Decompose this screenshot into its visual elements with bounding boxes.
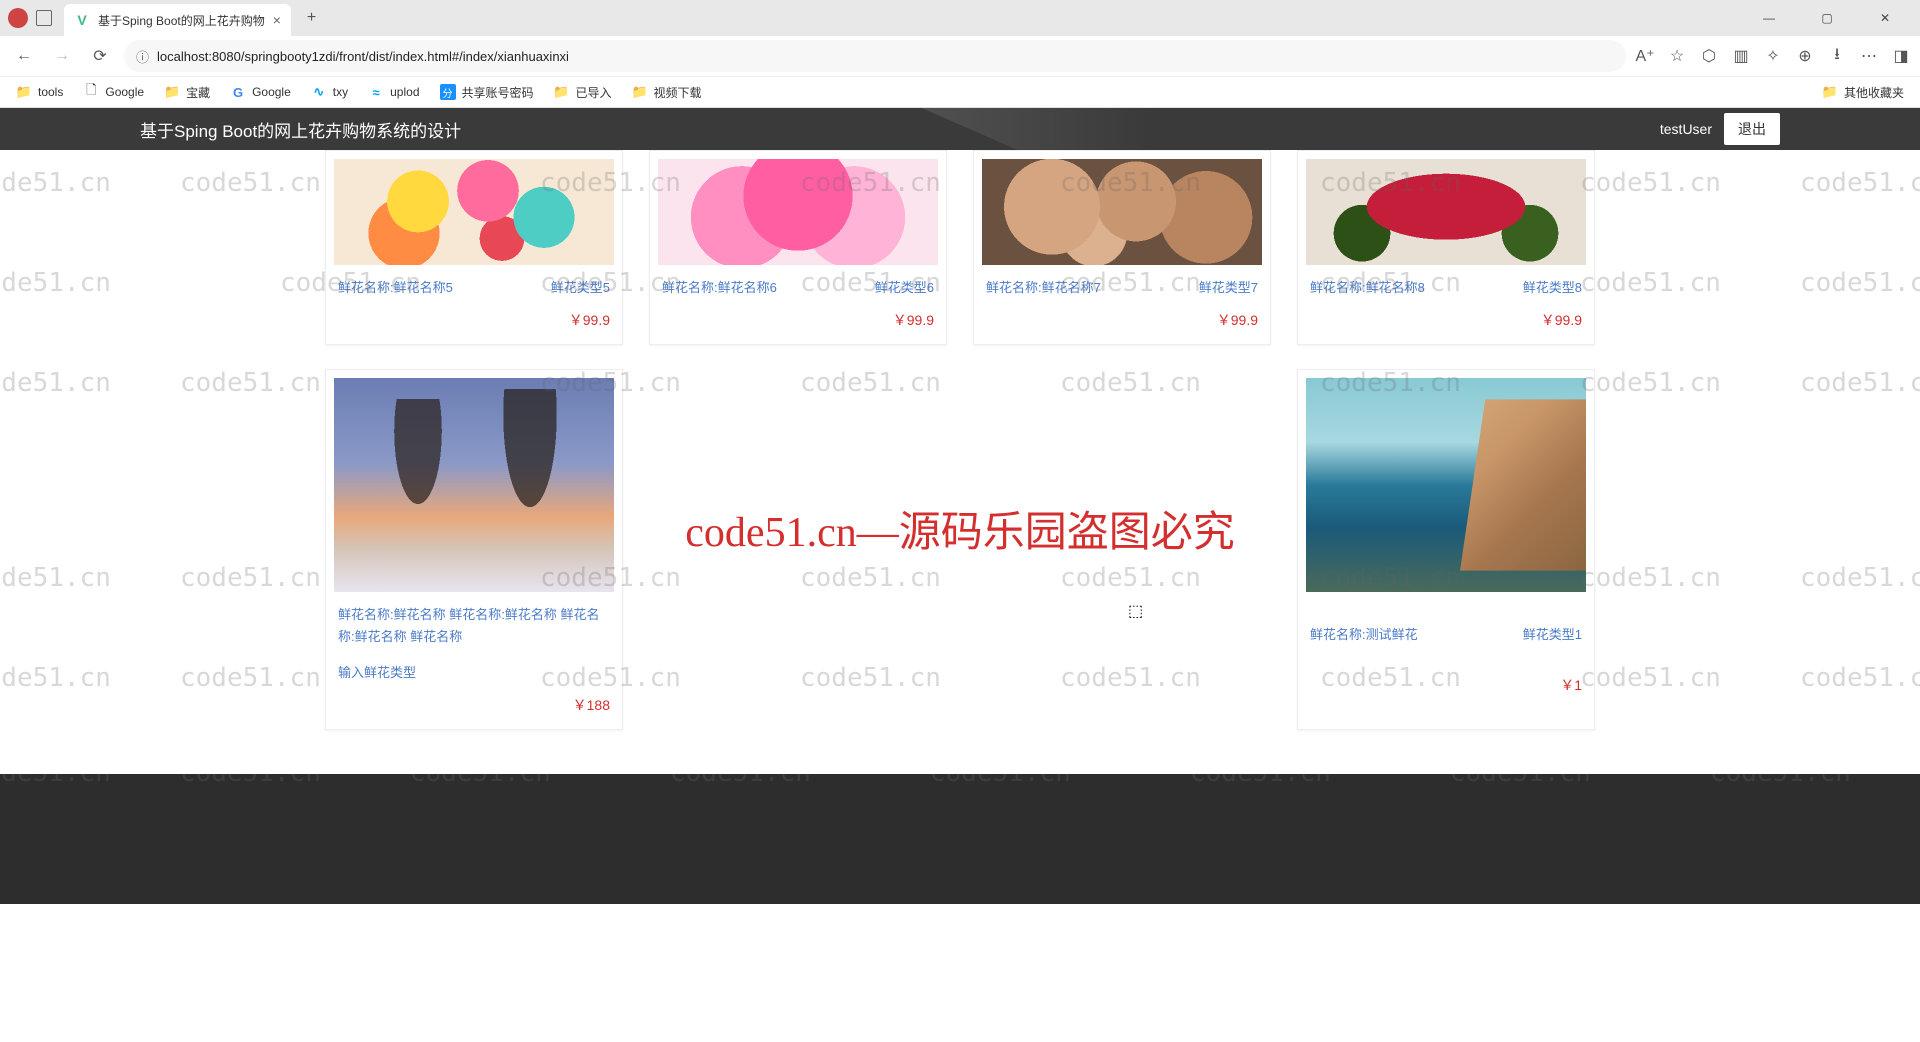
nav-back-button[interactable]: ←: [10, 42, 38, 70]
product-card[interactable]: 鲜花名称:鲜花名称6 鲜花类型6 ￥99.9: [649, 150, 947, 345]
product-name-link[interactable]: 鲜花名称:鲜花名称8: [1310, 277, 1425, 296]
menu-icon[interactable]: ⋯: [1860, 47, 1878, 65]
product-meta: 鲜花名称:鲜花名称5 鲜花类型5: [334, 265, 614, 300]
folder-icon: 📁: [16, 84, 32, 100]
google-icon: G: [230, 84, 246, 100]
logout-button[interactable]: 退出: [1724, 113, 1780, 145]
tab-overview-icon[interactable]: [36, 10, 52, 26]
browser-tab-active[interactable]: V 基于Sping Boot的网上花卉购物 ×: [64, 4, 291, 36]
product-price: ￥99.9: [982, 300, 1262, 336]
product-type-link[interactable]: 鲜花类型7: [1199, 277, 1258, 296]
folder-icon: 📁: [164, 84, 180, 100]
product-card[interactable]: 鲜花名称:测试鲜花 鲜花类型1 ￥1: [1297, 369, 1595, 730]
product-type-link[interactable]: 输入鲜花类型: [338, 662, 610, 681]
product-image: [658, 159, 938, 265]
username[interactable]: testUser: [1660, 121, 1712, 137]
product-meta: 鲜花名称:鲜花名称8 鲜花类型8: [1306, 265, 1586, 300]
vue-favicon-icon: V: [74, 12, 90, 28]
bookmark-other[interactable]: 📁其他收藏夹: [1816, 80, 1910, 105]
product-meta: 鲜花名称:测试鲜花 鲜花类型1: [1306, 592, 1586, 647]
address-bar-icons: A⁺ ☆ ⬡ ▥ ✧ ⊕ ⭳ ⋯ ◨: [1636, 47, 1910, 65]
product-image: [1306, 378, 1586, 592]
product-meta: 鲜花名称:鲜花名称7 鲜花类型7: [982, 265, 1262, 300]
page-body: 基于Sping Boot的网上花卉购物系统的设计 testUser 退出 cod…: [0, 108, 1920, 1042]
bookmark-uplod[interactable]: ≈uplod: [362, 80, 425, 104]
product-meta: 鲜花名称:鲜花名称 鲜花名称:鲜花名称 鲜花名称:鲜花名称 鲜花名称 输入鲜花类…: [334, 592, 614, 685]
product-meta: 鲜花名称:鲜花名称6 鲜花类型6: [658, 265, 938, 300]
product-name-link[interactable]: 鲜花名称:鲜花名称5: [338, 277, 453, 296]
txy-icon: ∿: [311, 84, 327, 100]
product-card[interactable]: 鲜花名称:鲜花名称 鲜花名称:鲜花名称 鲜花名称:鲜花名称 鲜花名称 输入鲜花类…: [325, 369, 623, 730]
folder-icon: 📁: [1822, 84, 1838, 100]
extensions-icon[interactable]: ⬡: [1700, 47, 1718, 65]
window-maximize-button[interactable]: ▢: [1804, 2, 1850, 34]
product-price: ￥188: [334, 685, 614, 721]
bookmark-txy[interactable]: ∿txy: [305, 80, 354, 104]
window-minimize-button[interactable]: —: [1746, 2, 1792, 34]
product-type-link[interactable]: 鲜花类型8: [1523, 277, 1582, 296]
product-price: ￥99.9: [658, 300, 938, 336]
favorites-bar-icon[interactable]: ✧: [1764, 47, 1782, 65]
page-icon: 🗋: [83, 84, 99, 100]
product-price: ￥99.9: [334, 300, 614, 336]
bookmark-google-page[interactable]: 🗋Google: [77, 80, 150, 104]
product-type-link[interactable]: 鲜花类型1: [1523, 624, 1582, 643]
product-image: [334, 159, 614, 265]
product-grid-row1: 鲜花名称:鲜花名称5 鲜花类型5 ￥99.9 鲜花名称:鲜花名称6 鲜花类型6 …: [0, 150, 1920, 369]
sidebar-icon[interactable]: ▥: [1732, 47, 1750, 65]
product-card[interactable]: 鲜花名称:鲜花名称7 鲜花类型7 ￥99.9: [973, 150, 1271, 345]
url-text: localhost:8080/springbooty1zdi/front/dis…: [157, 49, 569, 64]
folder-icon: 📁: [632, 84, 648, 100]
product-card[interactable]: 鲜花名称:鲜花名称8 鲜花类型8 ￥99.9: [1297, 150, 1595, 345]
site-info-icon[interactable]: ⓘ: [136, 47, 149, 66]
bookmark-video[interactable]: 📁视频下载: [626, 80, 708, 105]
site-footer: [0, 774, 1920, 904]
bookmark-share[interactable]: 分共享账号密码: [434, 80, 540, 105]
window-close-button[interactable]: ✕: [1862, 2, 1908, 34]
page-viewport[interactable]: 基于Sping Boot的网上花卉购物系统的设计 testUser 退出 cod…: [0, 108, 1920, 1042]
product-type-link[interactable]: 鲜花类型6: [875, 277, 934, 296]
product-name-link[interactable]: 鲜花名称:测试鲜花: [1310, 624, 1418, 643]
download-icon[interactable]: ⭳: [1828, 47, 1846, 65]
product-grid-row2: 鲜花名称:鲜花名称 鲜花名称:鲜花名称 鲜花名称:鲜花名称 鲜花名称 输入鲜花类…: [0, 369, 1920, 754]
folder-icon: 📁: [554, 84, 570, 100]
favorite-icon[interactable]: ☆: [1668, 47, 1686, 65]
window-controls-right: — ▢ ✕: [1746, 2, 1912, 34]
split-icon[interactable]: ◨: [1892, 47, 1910, 65]
product-type-link[interactable]: 鲜花类型5: [551, 277, 610, 296]
tab-close-icon[interactable]: ×: [273, 12, 281, 28]
nav-forward-button[interactable]: →: [48, 42, 76, 70]
product-image: [982, 159, 1262, 265]
tab-title: 基于Sping Boot的网上花卉购物: [98, 12, 265, 29]
profile-icon[interactable]: [8, 8, 28, 28]
collections-icon[interactable]: ⊕: [1796, 47, 1814, 65]
browser-chrome: V 基于Sping Boot的网上花卉购物 × + — ▢ ✕ ← → ⟳ ⓘ …: [0, 0, 1920, 109]
product-name-link[interactable]: 鲜花名称:鲜花名称 鲜花名称:鲜花名称 鲜花名称:鲜花名称 鲜花名称: [338, 604, 610, 648]
site-header: 基于Sping Boot的网上花卉购物系统的设计 testUser 退出: [0, 108, 1920, 150]
address-bar: ← → ⟳ ⓘ localhost:8080/springbooty1zdi/f…: [0, 36, 1920, 76]
nav-refresh-button[interactable]: ⟳: [86, 42, 114, 70]
product-card[interactable]: 鲜花名称:鲜花名称5 鲜花类型5 ￥99.9: [325, 150, 623, 345]
new-tab-button[interactable]: +: [299, 5, 324, 31]
site-title: 基于Sping Boot的网上花卉购物系统的设计: [140, 117, 461, 142]
bookmarks-bar: 📁tools 🗋Google 📁宝藏 GGoogle ∿txy ≈uplod 分…: [0, 76, 1920, 108]
url-input[interactable]: ⓘ localhost:8080/springbooty1zdi/front/d…: [124, 40, 1626, 72]
product-name-link[interactable]: 鲜花名称:鲜花名称7: [986, 277, 1101, 296]
text-size-icon[interactable]: A⁺: [1636, 47, 1654, 65]
bookmark-imported[interactable]: 📁已导入: [548, 80, 618, 105]
share-icon: 分: [440, 84, 456, 100]
window-controls-left: [8, 8, 52, 28]
product-image: [1306, 159, 1586, 265]
product-price: ￥1: [1306, 647, 1586, 701]
product-price: ￥99.9: [1306, 300, 1586, 336]
bookmark-google[interactable]: GGoogle: [224, 80, 297, 104]
uplod-icon: ≈: [368, 84, 384, 100]
header-user: testUser 退出: [1660, 113, 1780, 145]
product-name-link[interactable]: 鲜花名称:鲜花名称6: [662, 277, 777, 296]
bookmark-tools[interactable]: 📁tools: [10, 80, 69, 104]
tab-bar: V 基于Sping Boot的网上花卉购物 × + — ▢ ✕: [0, 0, 1920, 36]
bookmark-treasure[interactable]: 📁宝藏: [158, 80, 216, 105]
product-image: [334, 378, 614, 592]
